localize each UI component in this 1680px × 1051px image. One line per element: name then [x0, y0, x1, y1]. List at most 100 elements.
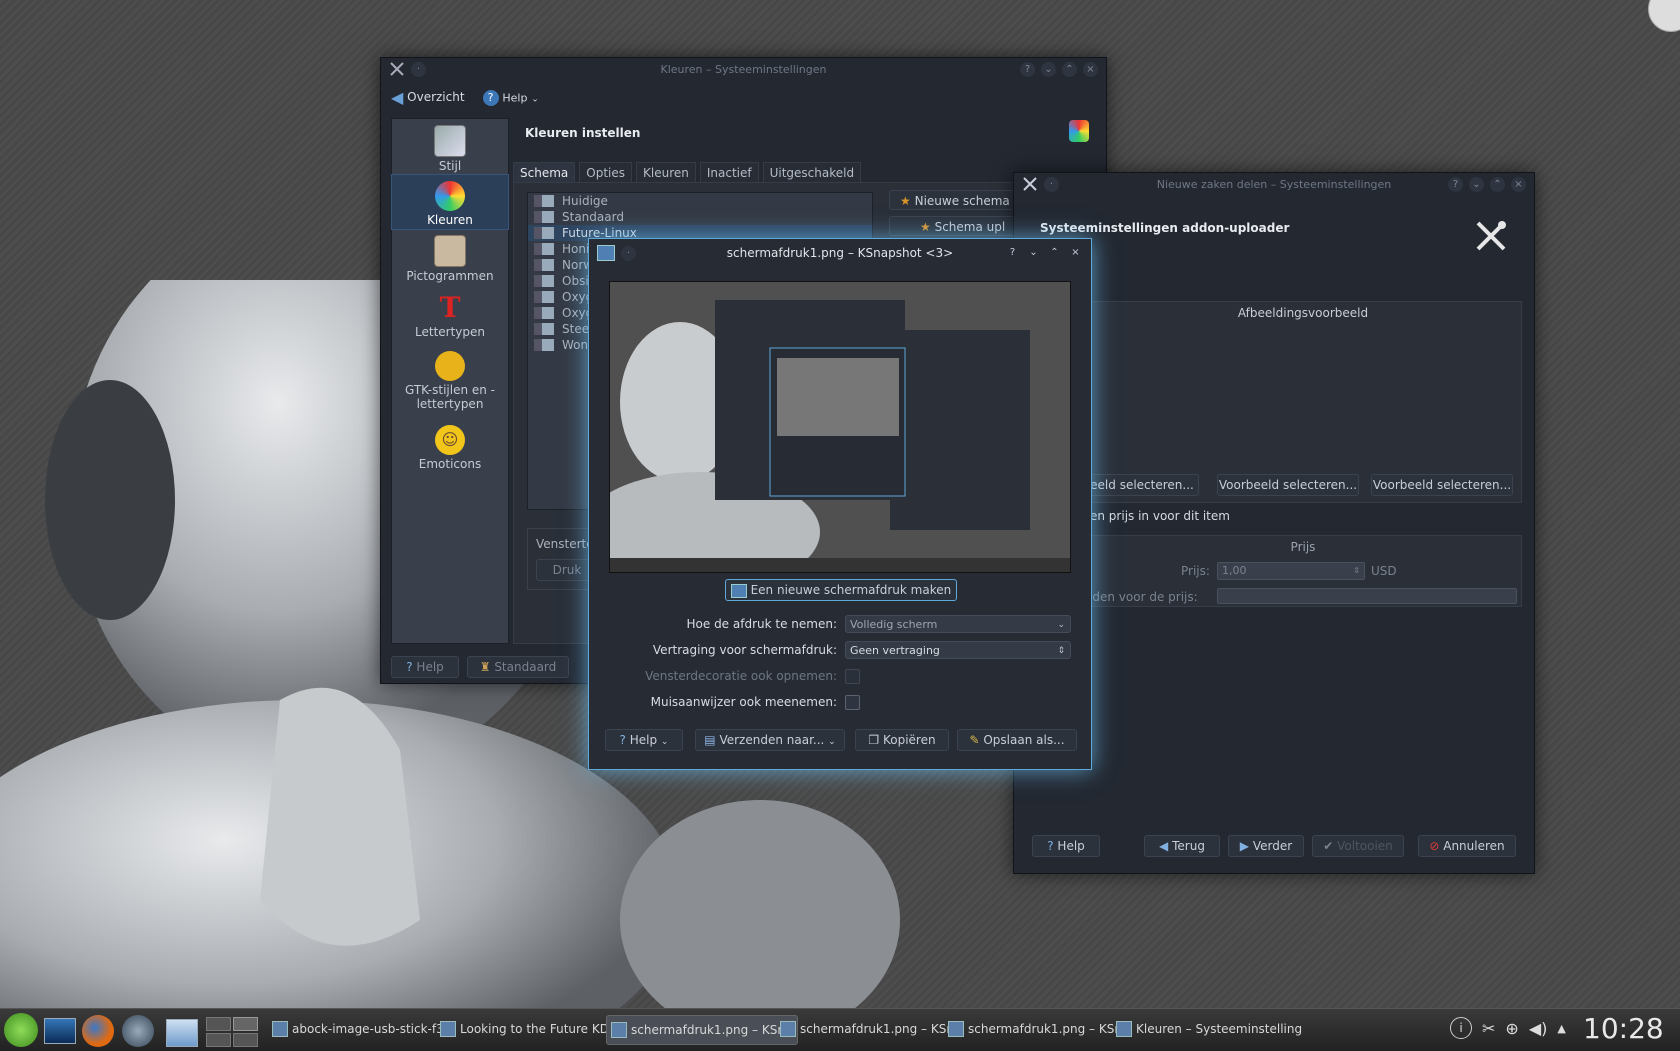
sidebar-item-style[interactable]: Stijl	[392, 119, 508, 175]
pin-icon[interactable]: ·	[1044, 176, 1059, 192]
konqueror-icon[interactable]	[122, 1015, 154, 1047]
sidebar-item-emoticons[interactable]: ☺ Emoticons	[392, 419, 508, 477]
fonts-icon: T	[439, 291, 461, 324]
cancel-button[interactable]: ⊘ Annuleren	[1418, 835, 1516, 857]
tools-icon	[1023, 177, 1037, 191]
pointer-checkbox[interactable]	[845, 695, 860, 710]
sidebar-item-colors[interactable]: Kleuren	[391, 174, 509, 230]
sidebar-item-fonts[interactable]: T Lettertypen	[392, 287, 508, 345]
clock[interactable]: 10:28	[1583, 1012, 1664, 1045]
uploader-titlebar[interactable]: · Nieuwe zaken delen – Systeeminstelling…	[1014, 173, 1534, 197]
copy-icon: ❐	[868, 733, 880, 747]
task-item[interactable]: Kleuren – Systeeminstelling	[1112, 1015, 1326, 1043]
list-item[interactable]: Standaard	[528, 209, 872, 225]
price-reason-label: eden voor de prijs:	[1085, 590, 1198, 604]
spin-arrows-icon: ⇕	[1057, 646, 1065, 656]
sidebar-item-icons[interactable]: Pictogrammen	[392, 229, 508, 287]
task-item[interactable]: schermafdruk1.png – KSn	[944, 1015, 1134, 1043]
tab-colors[interactable]: Kleuren	[636, 162, 696, 183]
arrow-left-icon: ◀	[1159, 839, 1169, 853]
maximize-icon[interactable]: ⌃	[1490, 177, 1505, 192]
desktop-toolbox[interactable]	[1648, 0, 1680, 32]
ksnapshot-window: · schermafdruk1.png – KSnapshot <3> ? ⌄ …	[588, 238, 1092, 770]
pointer-row: Muisaanwijzer ook meenemen:	[589, 693, 1091, 713]
task-item[interactable]: Looking to the Future KDE	[436, 1015, 628, 1043]
default-icon: ♜	[479, 660, 491, 674]
select-preview-button-3[interactable]: Voorbeeld selecteren...	[1371, 474, 1513, 496]
file-manager-icon[interactable]	[166, 1019, 198, 1047]
close-icon[interactable]: ×	[1511, 177, 1526, 192]
default-button[interactable]: ♜ Standaard	[467, 656, 569, 678]
pager[interactable]	[206, 1017, 258, 1047]
settings-tabs: Schema Opties Kleuren Inactief Uitgescha…	[513, 162, 862, 183]
help-icon[interactable]: ?	[1448, 177, 1463, 192]
tray-expand-icon[interactable]: ▲	[1557, 1022, 1565, 1035]
task-item[interactable]: schermafdruk1.png – KSna	[776, 1015, 968, 1043]
help-button[interactable]: ? Help	[1032, 835, 1100, 857]
save-icon: ✎	[969, 733, 980, 747]
klipper-scissors-icon[interactable]: ✂	[1482, 1019, 1495, 1038]
send-to-button[interactable]: ▤ Verzenden naar... ⌄	[695, 729, 845, 751]
camera-icon	[730, 583, 747, 598]
tab-options[interactable]: Opties	[579, 162, 632, 183]
volume-icon[interactable]: ◀)	[1529, 1019, 1548, 1038]
help-icon[interactable]: ?	[1020, 62, 1035, 77]
show-desktop-icon[interactable]	[44, 1018, 76, 1044]
colors-header-icon	[1069, 120, 1089, 142]
chevron-down-icon: ⌄	[531, 94, 539, 104]
new-screenshot-button[interactable]: Een nieuwe schermafdruk maken	[725, 579, 957, 601]
style-icon	[434, 125, 466, 157]
firefox-icon[interactable]	[82, 1015, 114, 1047]
decoration-checkbox[interactable]	[845, 669, 860, 684]
close-icon[interactable]: ×	[1083, 62, 1098, 77]
uploader-window-title: Nieuwe zaken delen – Systeeminstellingen	[1156, 178, 1392, 191]
help-button[interactable]: ? Help ⌄	[605, 729, 683, 751]
back-button[interactable]: ◀ Terug	[1144, 835, 1220, 857]
help-button[interactable]: ? Help	[391, 656, 459, 678]
settings-titlebar[interactable]: · Kleuren – Systeeminstellingen ? ⌄ ⌃ ×	[381, 58, 1106, 82]
tab-disabled[interactable]: Uitgeschakeld	[762, 162, 862, 183]
check-icon: ✔	[1323, 839, 1334, 853]
maximize-icon[interactable]: ⌃	[1047, 245, 1062, 260]
price-reason-input[interactable]	[1217, 588, 1517, 604]
price-label: Prijs:	[1181, 564, 1210, 578]
minimize-icon[interactable]: ⌄	[1469, 177, 1484, 192]
ksnapshot-titlebar[interactable]: · schermafdruk1.png – KSnapshot <3> ? ⌄ …	[589, 239, 1091, 267]
select-preview-button-1[interactable]: eeld selecteren...	[1085, 474, 1199, 496]
screenshot-preview[interactable]	[609, 281, 1071, 573]
help-icon[interactable]: ?	[1005, 245, 1020, 260]
select-preview-button-2[interactable]: Voorbeeld selecteren...	[1217, 474, 1359, 496]
emoticons-icon: ☺	[435, 425, 465, 455]
sidebar-item-gtk[interactable]: GTK-stijlen en -lettertypen	[392, 345, 508, 419]
tab-inactive[interactable]: Inactief	[699, 162, 759, 183]
close-icon[interactable]: ×	[1068, 245, 1083, 260]
price-input[interactable]: 1,00 ⇕	[1217, 562, 1365, 580]
settings-toolbar: ◀ Overzicht ? Help ⌄	[391, 88, 539, 107]
help-menu-button[interactable]: ? Help ⌄	[482, 89, 539, 106]
copy-button[interactable]: ❐ Kopiëren	[855, 729, 949, 751]
info-icon[interactable]: i	[1450, 1017, 1472, 1039]
task-item[interactable]: abock-image-usb-stick-f3l	[268, 1015, 458, 1043]
list-item[interactable]: Huidige	[528, 193, 872, 209]
settings-sidebar: Stijl Kleuren Pictogrammen T Lettertypen…	[391, 118, 509, 644]
delay-spinbox[interactable]: Geen vertraging ⇕	[845, 641, 1071, 659]
capture-mode-select[interactable]: Volledig scherm ⌄	[845, 615, 1071, 633]
maximize-icon[interactable]: ⌃	[1062, 62, 1077, 77]
price-group: Prijs Prijs: 1,00 ⇕ USD eden voor de pri…	[1084, 535, 1522, 607]
overview-button[interactable]: ◀ Overzicht	[391, 88, 465, 107]
application-launcher-button[interactable]	[4, 1013, 38, 1047]
network-icon[interactable]: ⊕	[1505, 1019, 1518, 1038]
arrow-right-icon: ▶	[1239, 839, 1250, 853]
star-icon: ★	[900, 194, 911, 208]
task-item[interactable]: schermafdruk1.png – KSn	[606, 1015, 798, 1045]
minimize-icon[interactable]: ⌄	[1026, 245, 1041, 260]
tab-schema[interactable]: Schema	[513, 162, 576, 183]
help-circle-icon: ?	[482, 89, 499, 106]
pin-icon[interactable]: ·	[621, 245, 636, 261]
save-as-button[interactable]: ✎ Opslaan als...	[957, 729, 1077, 751]
next-button[interactable]: ▶ Verder	[1228, 835, 1304, 857]
minimize-icon[interactable]: ⌄	[1041, 62, 1056, 77]
send-icon: ▤	[704, 733, 716, 747]
pin-icon[interactable]: ·	[411, 61, 426, 77]
settings-window-title: Kleuren – Systeeminstellingen	[660, 63, 827, 76]
